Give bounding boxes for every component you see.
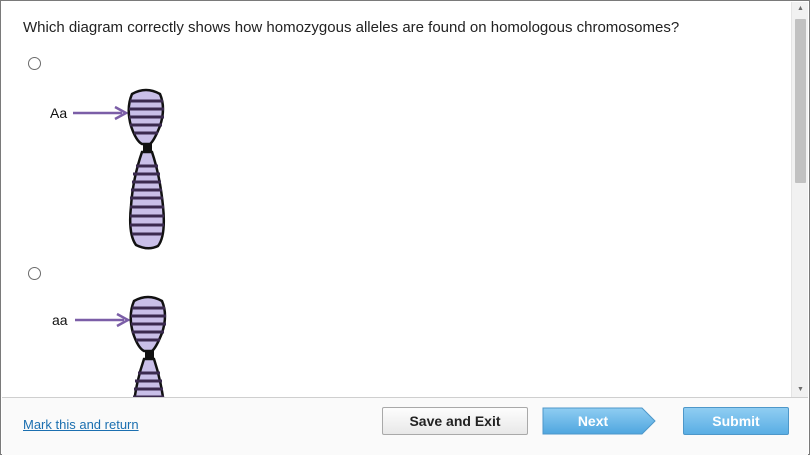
- next-button-label: Next: [577, 413, 609, 429]
- scroll-down-icon[interactable]: ▼: [792, 383, 809, 397]
- mark-and-return-link[interactable]: Mark this and return: [23, 417, 139, 432]
- next-button[interactable]: Next: [542, 407, 656, 435]
- scroll-up-icon[interactable]: ▲: [792, 2, 809, 16]
- centromere: [143, 143, 152, 152]
- scroll-thumb[interactable]: [795, 19, 806, 183]
- quiz-window: Which diagram correctly shows how homozy…: [0, 0, 810, 455]
- vertical-scrollbar[interactable]: ▲ ▼: [791, 2, 808, 397]
- question-content: Which diagram correctly shows how homozy…: [2, 2, 792, 397]
- option-1-radio[interactable]: [28, 57, 41, 70]
- option-1-allele-label: Aa: [50, 105, 68, 121]
- option-2-chromosome-diagram: [75, 295, 167, 397]
- submit-button[interactable]: Submit: [683, 407, 789, 435]
- centromere: [145, 350, 154, 359]
- footer-toolbar: Mark this and return Save and Exit Next …: [2, 397, 808, 455]
- option-1-chromosome-diagram: [73, 88, 166, 250]
- chromosome-bottom-arm: [133, 357, 165, 397]
- save-and-exit-button[interactable]: Save and Exit: [382, 407, 528, 435]
- option-2-radio[interactable]: [28, 267, 41, 280]
- option-2-allele-label: aa: [52, 312, 68, 328]
- question-text: Which diagram correctly shows how homozy…: [23, 19, 680, 36]
